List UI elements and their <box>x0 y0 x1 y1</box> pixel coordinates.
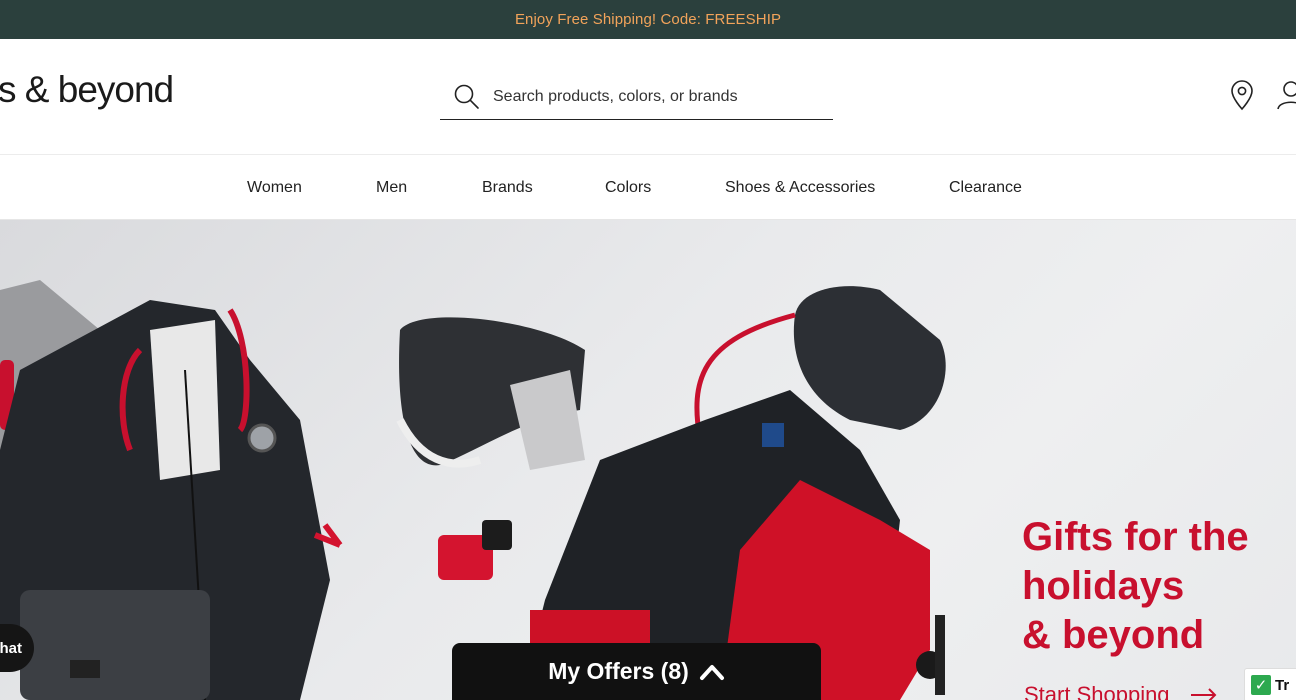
location-pin-icon[interactable] <box>1227 79 1257 116</box>
nav-item-clearance[interactable]: Clearance <box>949 179 1022 197</box>
chat-label: hat <box>0 639 22 657</box>
check-icon: ✓ <box>1251 675 1271 695</box>
arrow-right-icon <box>1190 683 1218 700</box>
search-icon[interactable] <box>453 83 481 111</box>
main-nav: Women Men Brands Colors Shoes & Accessor… <box>0 155 1296 220</box>
search-bar[interactable] <box>440 75 833 120</box>
hero-copy: Gifts for the holidays & beyond <box>1022 513 1292 660</box>
start-shopping-label: Start Shopping <box>1024 682 1170 700</box>
site-logo[interactable]: s & beyond <box>0 69 174 111</box>
start-shopping-link[interactable]: Start Shopping <box>1024 682 1218 700</box>
my-offers-button[interactable]: My Offers (8) <box>452 643 821 700</box>
nav-item-brands[interactable]: Brands <box>482 179 533 197</box>
nav-item-shoes-accessories[interactable]: Shoes & Accessories <box>725 179 875 197</box>
promo-banner[interactable]: Enjoy Free Shipping! Code: FREESHIP <box>0 0 1296 39</box>
nav-item-women[interactable]: Women <box>247 179 302 197</box>
hero-banner[interactable]: Gifts for the holidays & beyond Start Sh… <box>0 220 1296 700</box>
promo-text: Enjoy Free Shipping! Code: FREESHIP <box>514 11 782 28</box>
trust-badge-label: Tr <box>1275 676 1290 694</box>
my-offers-label: My Offers (8) <box>548 658 689 684</box>
chevron-up-icon <box>699 663 725 681</box>
nav-item-colors[interactable]: Colors <box>605 179 651 197</box>
hero-title: Gifts for the holidays & beyond <box>1022 515 1249 657</box>
trust-badge[interactable]: ✓ Tr <box>1244 668 1296 700</box>
nav-item-men[interactable]: Men <box>376 179 407 197</box>
account-icon[interactable] <box>1276 79 1296 116</box>
search-input[interactable] <box>493 88 813 106</box>
site-header: s & beyond <box>0 39 1296 155</box>
